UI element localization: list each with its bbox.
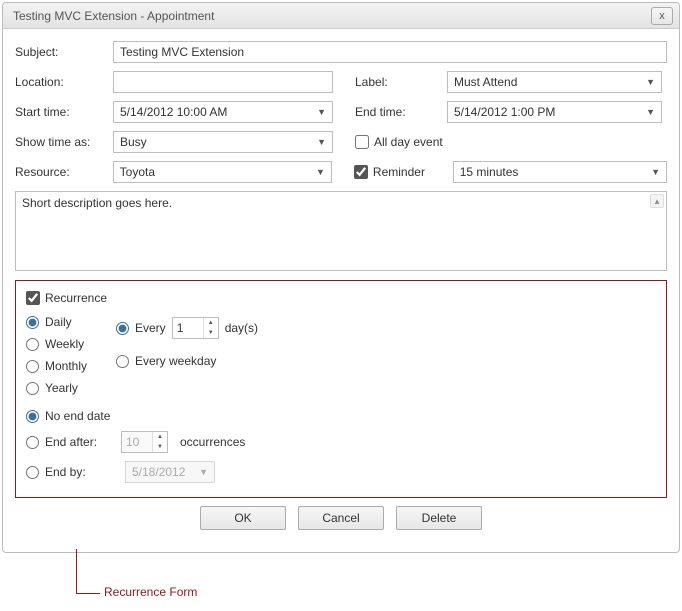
- recurrence-panel: Recurrence Daily Weekly Monthly: [15, 280, 667, 498]
- close-icon: x: [659, 10, 665, 22]
- daily-every-label: Every: [135, 321, 166, 335]
- start-time-value: 5/14/2012 10:00 AM: [120, 105, 227, 119]
- reminder-combo[interactable]: 15 minutes ▼: [453, 161, 667, 183]
- spinner-up-icon[interactable]: ▲: [153, 432, 167, 442]
- chevron-down-icon: ▼: [317, 107, 326, 117]
- reminder-label: Reminder: [373, 165, 443, 179]
- end-noend-label: No end date: [45, 409, 110, 423]
- window-title: Testing MVC Extension - Appointment: [13, 9, 651, 23]
- label-value: Must Attend: [454, 75, 517, 89]
- freq-yearly-radio[interactable]: [26, 382, 39, 395]
- titlebar: Testing MVC Extension - Appointment x: [3, 3, 679, 29]
- all-day-checkbox[interactable]: [355, 135, 369, 149]
- end-by-label: End by:: [45, 465, 115, 479]
- close-button[interactable]: x: [651, 7, 673, 25]
- chevron-down-icon: ▼: [646, 77, 655, 87]
- end-after-radio[interactable]: [26, 436, 39, 449]
- freq-monthly-label: Monthly: [45, 359, 87, 373]
- freq-daily-label: Daily: [45, 315, 72, 329]
- end-after-input[interactable]: [122, 432, 152, 452]
- delete-button[interactable]: Delete: [396, 506, 482, 530]
- freq-weekly-label: Weekly: [45, 337, 84, 351]
- recurrence-checkbox[interactable]: [26, 291, 40, 305]
- location-label: Location:: [15, 75, 113, 89]
- end-by-radio[interactable]: [26, 466, 39, 479]
- resource-label: Resource:: [15, 165, 113, 179]
- annotation-label: Recurrence Form: [104, 585, 197, 599]
- resource-combo[interactable]: Toyota ▼: [113, 161, 332, 183]
- recurrence-header-label: Recurrence: [45, 291, 107, 305]
- daily-every-radio[interactable]: [116, 322, 129, 335]
- daily-weekday-radio[interactable]: [116, 355, 129, 368]
- annotation: Recurrence Form: [76, 555, 682, 611]
- form-content: Subject: Location: Label: Must Attend ▼ …: [3, 29, 679, 552]
- freq-yearly-label: Yearly: [45, 381, 78, 395]
- start-time-combo[interactable]: 5/14/2012 10:00 AM ▼: [113, 101, 333, 123]
- end-by-value: 5/18/2012: [132, 465, 185, 479]
- description-textarea[interactable]: Short description goes here.: [15, 191, 667, 271]
- spinner-up-icon[interactable]: ▲: [204, 318, 218, 328]
- spinner-down-icon[interactable]: ▼: [153, 442, 167, 452]
- cancel-button[interactable]: Cancel: [298, 506, 384, 530]
- chevron-down-icon: ▼: [199, 467, 208, 477]
- spinner-down-icon[interactable]: ▼: [204, 328, 218, 338]
- daily-weekday-label: Every weekday: [135, 354, 216, 368]
- reminder-checkbox[interactable]: [354, 165, 368, 179]
- all-day-label: All day event: [374, 135, 443, 149]
- end-by-datebox[interactable]: 5/18/2012 ▼: [125, 461, 215, 483]
- chevron-down-icon: ▼: [646, 107, 655, 117]
- daily-days-label: day(s): [225, 321, 258, 335]
- location-input[interactable]: [113, 71, 333, 93]
- end-after-occurrences-label: occurrences: [180, 435, 245, 449]
- appointment-window: Testing MVC Extension - Appointment x Su…: [2, 2, 680, 553]
- subject-label: Subject:: [15, 45, 113, 59]
- scroll-up-icon[interactable]: ▴: [650, 194, 664, 208]
- show-as-label: Show time as:: [15, 135, 113, 149]
- daily-every-input[interactable]: [173, 318, 203, 338]
- resource-value: Toyota: [120, 165, 155, 179]
- label-label: Label:: [355, 75, 447, 89]
- reminder-value: 15 minutes: [460, 165, 519, 179]
- label-combo[interactable]: Must Attend ▼: [447, 71, 662, 93]
- end-after-spinner[interactable]: ▲ ▼: [121, 431, 168, 453]
- show-as-value: Busy: [120, 135, 147, 149]
- end-time-value: 5/14/2012 1:00 PM: [454, 105, 555, 119]
- ok-button[interactable]: OK: [200, 506, 286, 530]
- end-after-label: End after:: [45, 435, 115, 449]
- end-noend-radio[interactable]: [26, 410, 39, 423]
- freq-monthly-radio[interactable]: [26, 360, 39, 373]
- end-time-label: End time:: [355, 105, 447, 119]
- chevron-down-icon: ▼: [317, 137, 326, 147]
- subject-input[interactable]: [113, 41, 667, 63]
- daily-every-spinner[interactable]: ▲ ▼: [172, 317, 219, 339]
- annotation-line-icon: [76, 549, 77, 593]
- annotation-line-icon: [76, 593, 100, 594]
- button-bar: OK Cancel Delete: [15, 498, 667, 544]
- start-time-label: Start time:: [15, 105, 113, 119]
- chevron-down-icon: ▼: [316, 167, 325, 177]
- freq-daily-radio[interactable]: [26, 316, 39, 329]
- show-as-combo[interactable]: Busy ▼: [113, 131, 333, 153]
- freq-weekly-radio[interactable]: [26, 338, 39, 351]
- end-time-combo[interactable]: 5/14/2012 1:00 PM ▼: [447, 101, 662, 123]
- chevron-down-icon: ▼: [651, 167, 660, 177]
